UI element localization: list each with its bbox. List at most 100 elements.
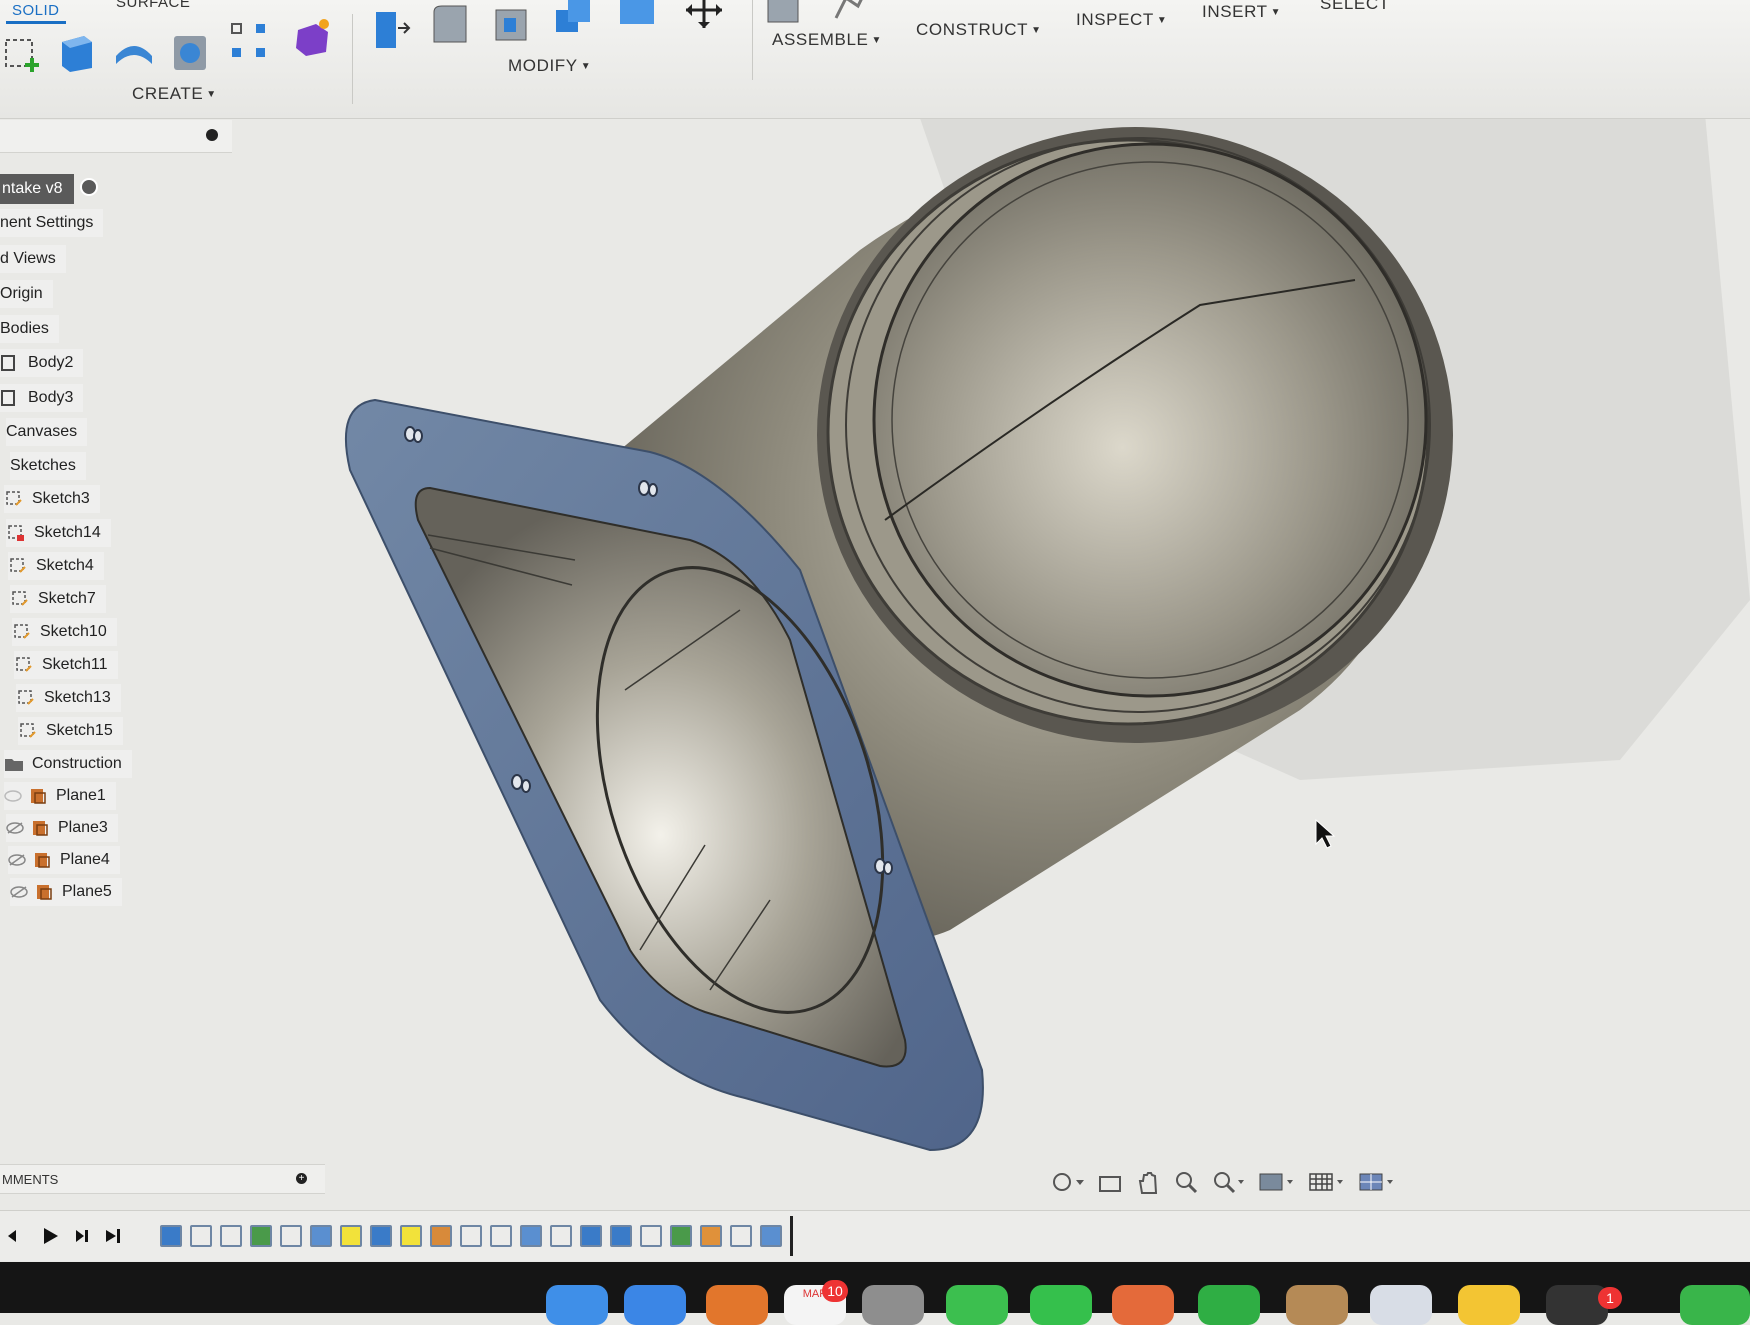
tree-item-plane5[interactable]: Plane5 <box>10 878 122 906</box>
tree-item-body3[interactable]: Body3 <box>0 384 84 412</box>
create-form-icon[interactable] <box>290 16 334 60</box>
tree-item-sketch10[interactable]: Sketch10 <box>12 618 117 646</box>
play-icon[interactable] <box>36 1222 64 1250</box>
photos-icon[interactable] <box>1112 1285 1174 1325</box>
timeline-feature[interactable] <box>430 1225 452 1247</box>
hole-icon[interactable] <box>168 30 212 74</box>
go-to-end-icon[interactable] <box>100 1222 128 1250</box>
mail-icon[interactable] <box>624 1285 686 1325</box>
joint-icon[interactable] <box>830 0 874 22</box>
activate-radio-icon[interactable] <box>80 178 98 196</box>
look-at-icon[interactable] <box>1096 1169 1124 1195</box>
chamfer-icon[interactable] <box>490 0 534 44</box>
tree-item-bodies[interactable]: Bodies <box>0 315 59 343</box>
timeline-feature[interactable] <box>700 1225 722 1247</box>
visibility-eye-icon[interactable] <box>6 822 24 834</box>
timeline-feature[interactable] <box>310 1225 332 1247</box>
tree-item-sketch15[interactable]: Sketch15 <box>18 717 123 745</box>
step-back-icon[interactable] <box>4 1222 32 1250</box>
timeline-feature[interactable] <box>220 1225 242 1247</box>
timeline-feature[interactable] <box>670 1225 692 1247</box>
revolve-icon[interactable] <box>112 30 156 74</box>
viewports-icon[interactable] <box>1356 1169 1396 1195</box>
tree-item-canvases[interactable]: Canvases <box>6 418 88 446</box>
browser-root-document[interactable]: ntake v8 <box>0 174 98 204</box>
tree-item-construction[interactable]: Construction <box>4 750 132 778</box>
pattern-icon[interactable] <box>228 20 272 64</box>
fillet-icon[interactable] <box>428 2 472 46</box>
stickies-icon[interactable] <box>1458 1285 1520 1325</box>
tree-item-sketch11[interactable]: Sketch11 <box>14 651 118 679</box>
collapse-browser-icon[interactable] <box>206 129 218 141</box>
tree-item-sketch4[interactable]: Sketch4 <box>8 552 104 580</box>
timeline-feature[interactable] <box>280 1225 302 1247</box>
display-settings-icon[interactable] <box>1256 1169 1296 1195</box>
tree-item-plane1[interactable]: Plane1 <box>4 782 116 810</box>
timeline-feature[interactable] <box>550 1225 572 1247</box>
modify-menu[interactable]: MODIFY ▼ <box>508 56 591 76</box>
pan-hand-icon[interactable] <box>1134 1169 1162 1195</box>
timeline-feature[interactable] <box>160 1225 182 1247</box>
zoom-icon[interactable] <box>1172 1169 1200 1195</box>
timeline-feature[interactable] <box>370 1225 392 1247</box>
tree-item-origin[interactable]: Origin <box>0 280 53 308</box>
new-component-icon[interactable] <box>762 0 806 26</box>
timeline-feature[interactable] <box>190 1225 212 1247</box>
design-viewport[interactable] <box>0 118 1750 1190</box>
tree-item-plane3[interactable]: Plane3 <box>6 814 118 842</box>
grid-settings-icon[interactable] <box>1306 1169 1346 1195</box>
fit-icon[interactable] <box>1210 1169 1246 1195</box>
combine-icon[interactable] <box>552 0 596 40</box>
tree-item-sketch13[interactable]: Sketch13 <box>16 684 121 712</box>
timeline-feature[interactable] <box>340 1225 362 1247</box>
tree-item-sketch7[interactable]: Sketch7 <box>10 585 106 613</box>
add-comment-icon[interactable]: + <box>296 1173 307 1184</box>
tab-solid[interactable]: SOLID <box>6 2 66 24</box>
visibility-eye-icon[interactable] <box>8 854 26 866</box>
finder-icon[interactable] <box>546 1285 608 1325</box>
construct-menu[interactable]: CONSTRUCT ▼ <box>916 20 1042 40</box>
system-preferences-icon[interactable] <box>1546 1285 1608 1325</box>
orbit-icon[interactable] <box>1050 1169 1086 1195</box>
extrude-box-icon[interactable] <box>54 30 98 74</box>
intake-3d-model[interactable] <box>0 118 1750 1190</box>
numbers-icon[interactable] <box>1198 1285 1260 1325</box>
timeline-feature[interactable] <box>580 1225 602 1247</box>
move-icon[interactable] <box>682 0 726 32</box>
contacts-icon[interactable] <box>1370 1285 1432 1325</box>
timeline-feature[interactable] <box>730 1225 752 1247</box>
timeline-feature[interactable] <box>760 1225 782 1247</box>
tree-item-sketch14[interactable]: Sketch14 <box>6 519 111 547</box>
tree-item-sketches[interactable]: Sketches <box>10 452 86 480</box>
create-menu[interactable]: CREATE ▼ <box>132 84 217 104</box>
visibility-eye-icon[interactable] <box>4 790 22 802</box>
tree-item-plane4[interactable]: Plane4 <box>8 846 120 874</box>
visibility-eye-icon[interactable] <box>10 886 28 898</box>
press-pull-icon[interactable] <box>368 8 412 52</box>
timeline-feature[interactable] <box>640 1225 662 1247</box>
insert-menu[interactable]: INSERT ▼ <box>1202 2 1281 22</box>
facetime-icon[interactable] <box>1030 1285 1092 1325</box>
tree-item-sketch3[interactable]: Sketch3 <box>4 485 100 513</box>
launchpad-icon[interactable] <box>862 1285 924 1325</box>
tree-item-document-settings[interactable]: nent Settings <box>0 209 104 237</box>
app-icon[interactable] <box>1680 1285 1750 1325</box>
timeline-feature[interactable] <box>400 1225 422 1247</box>
timeline-feature[interactable] <box>490 1225 512 1247</box>
select-menu[interactable]: SELECT <box>1320 0 1390 14</box>
timeline-feature[interactable] <box>250 1225 272 1247</box>
shell-icon[interactable] <box>616 0 660 36</box>
firefox-icon[interactable] <box>706 1285 768 1325</box>
tab-surface[interactable]: SURFACE <box>116 0 190 11</box>
timeline-feature[interactable] <box>520 1225 542 1247</box>
timeline-feature[interactable] <box>460 1225 482 1247</box>
timeline-marker[interactable] <box>790 1216 793 1256</box>
tree-item-named-views[interactable]: d Views <box>0 245 66 273</box>
inspect-menu[interactable]: INSPECT ▼ <box>1076 10 1167 30</box>
tree-item-body2[interactable]: Body2 <box>0 349 84 377</box>
notes-icon[interactable] <box>1286 1285 1348 1325</box>
step-forward-icon[interactable] <box>68 1222 96 1250</box>
create-sketch-icon[interactable] <box>2 32 46 76</box>
timeline-feature[interactable] <box>610 1225 632 1247</box>
assemble-menu[interactable]: ASSEMBLE ▼ <box>772 30 882 50</box>
